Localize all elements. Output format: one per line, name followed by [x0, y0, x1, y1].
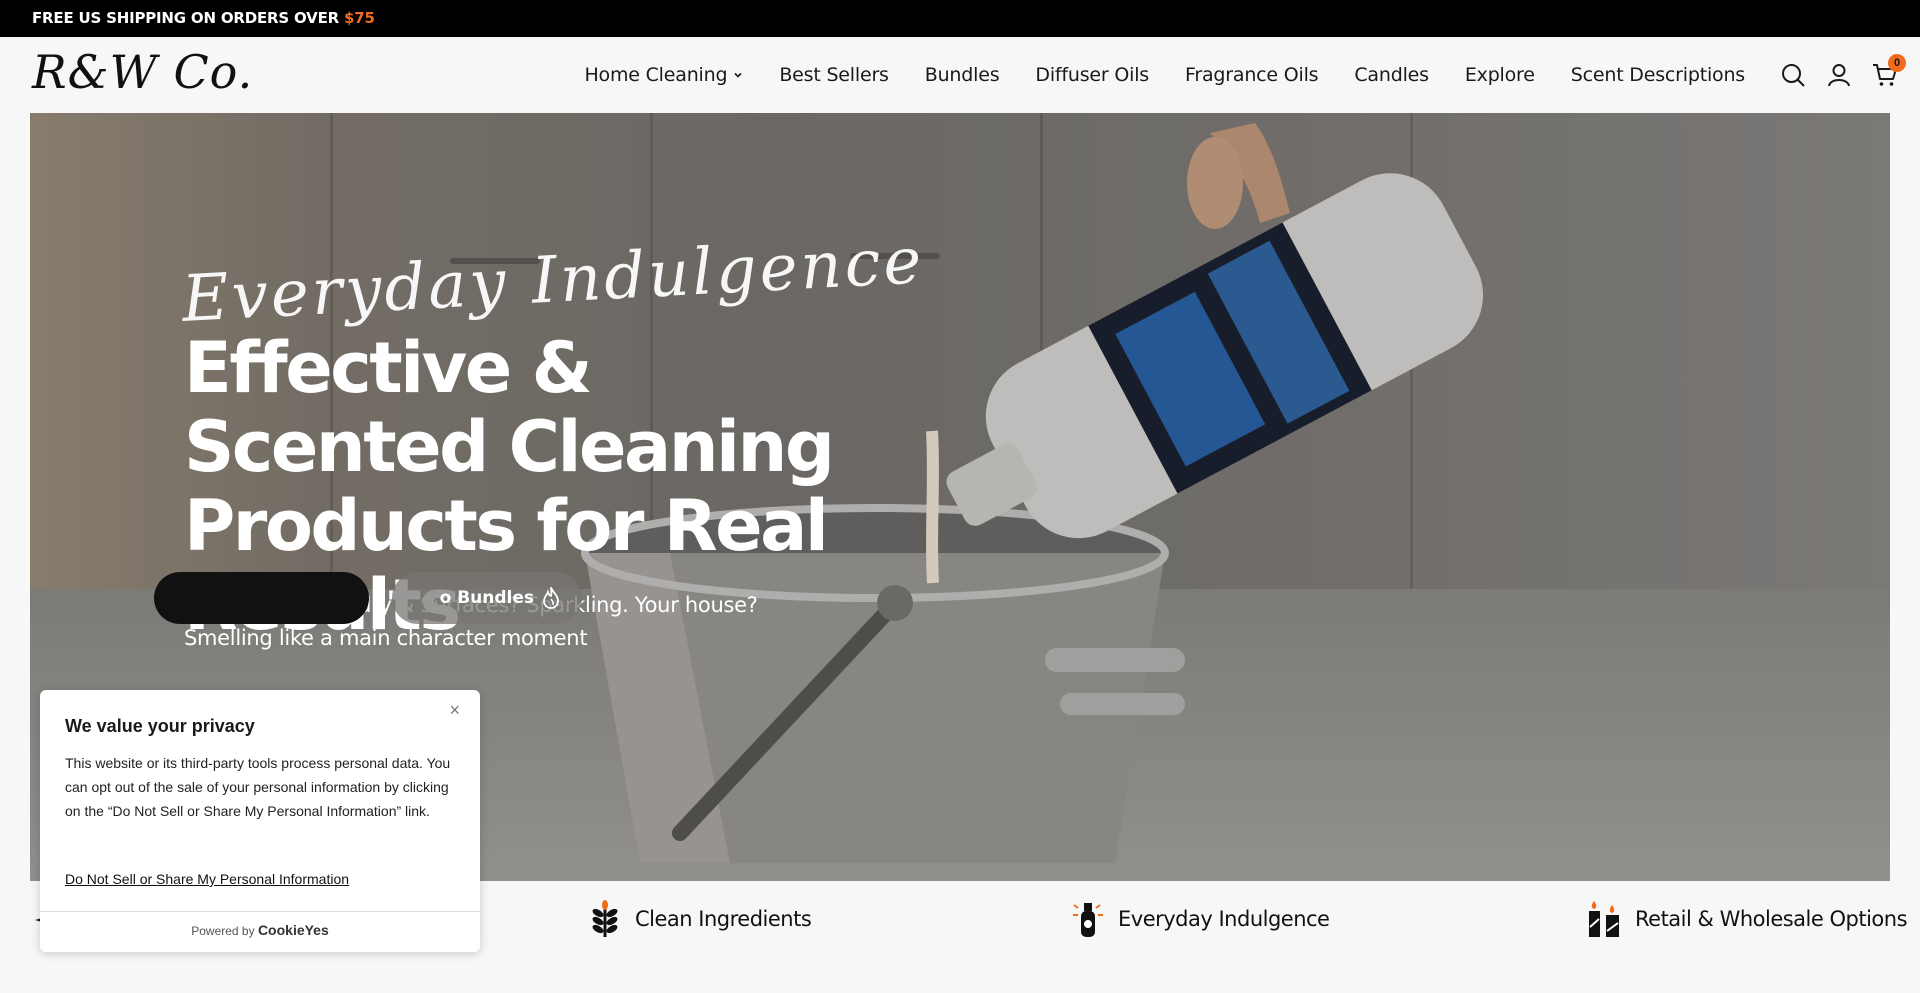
cookie-body-text: This website or its third-party tools pr…	[65, 755, 451, 819]
cookie-consent-banner: × We value your privacy This website or …	[40, 690, 480, 952]
cookie-title: We value your privacy	[65, 716, 255, 736]
feature-label: Everyday Indulgence	[1118, 907, 1330, 931]
powered-by-label: Powered by	[191, 924, 255, 938]
nav-best-sellers[interactable]: Best Sellers	[779, 64, 889, 86]
feature-label: Clean Ingredients	[635, 907, 812, 931]
flame-icon	[543, 587, 559, 609]
header-icons: 0	[1780, 37, 1906, 113]
nav-scent-descriptions[interactable]: Scent Descriptions	[1571, 64, 1745, 86]
site-header: R&W Co. Home Cleaning Best Sellers Bundl…	[0, 37, 1920, 113]
feature-item: Retail & Wholesale Options	[1587, 899, 1908, 939]
nav-explore[interactable]: Explore	[1465, 64, 1535, 86]
nav-candles[interactable]: Candles	[1354, 64, 1429, 86]
search-icon[interactable]	[1780, 62, 1806, 88]
announcement-bar: FREE US SHIPPING ON ORDERS OVER $75	[0, 0, 1920, 37]
close-icon[interactable]: ×	[449, 700, 460, 721]
shop-bundles-label: o Bundles	[439, 588, 534, 608]
nav-home-cleaning[interactable]: Home Cleaning	[584, 64, 743, 86]
feature-label: Retail & Wholesale Options	[1635, 907, 1908, 931]
do-not-sell-link[interactable]: Do Not Sell or Share My Personal Informa…	[65, 871, 349, 887]
nav-diffuser-oils[interactable]: Diffuser Oils	[1035, 64, 1149, 86]
feature-item: Everyday Indulgence	[1070, 899, 1330, 939]
nav-label: Home Cleaning	[584, 64, 728, 86]
powered-by: Powered by CookieYes	[40, 922, 480, 938]
nav-fragrance-oils[interactable]: Fragrance Oils	[1185, 64, 1319, 86]
cart-count-badge: 0	[1888, 54, 1906, 72]
chevron-down-icon	[734, 72, 742, 78]
spray-bottle-icon	[1073, 903, 1103, 937]
nav-bundles[interactable]: Bundles	[925, 64, 1000, 86]
shop-bundles-button[interactable]: o Bundles	[392, 572, 582, 624]
divider	[40, 911, 480, 912]
main-nav: Home Cleaning Best Sellers Bundles Diffu…	[584, 37, 1745, 113]
cart-icon[interactable]: 0	[1872, 54, 1906, 88]
logo[interactable]: R&W Co.	[32, 45, 253, 99]
announcement-text: FREE US SHIPPING ON ORDERS OVER	[32, 9, 344, 27]
candles-icon	[1589, 901, 1619, 937]
cookieyes-logo[interactable]: CookieYes	[258, 922, 329, 938]
announcement-amount: $75	[344, 9, 375, 27]
hero-primary-button[interactable]	[154, 572, 369, 624]
feature-item: Clean Ingredients	[587, 899, 812, 939]
wheat-icon	[592, 900, 618, 937]
account-icon[interactable]	[1826, 62, 1852, 88]
